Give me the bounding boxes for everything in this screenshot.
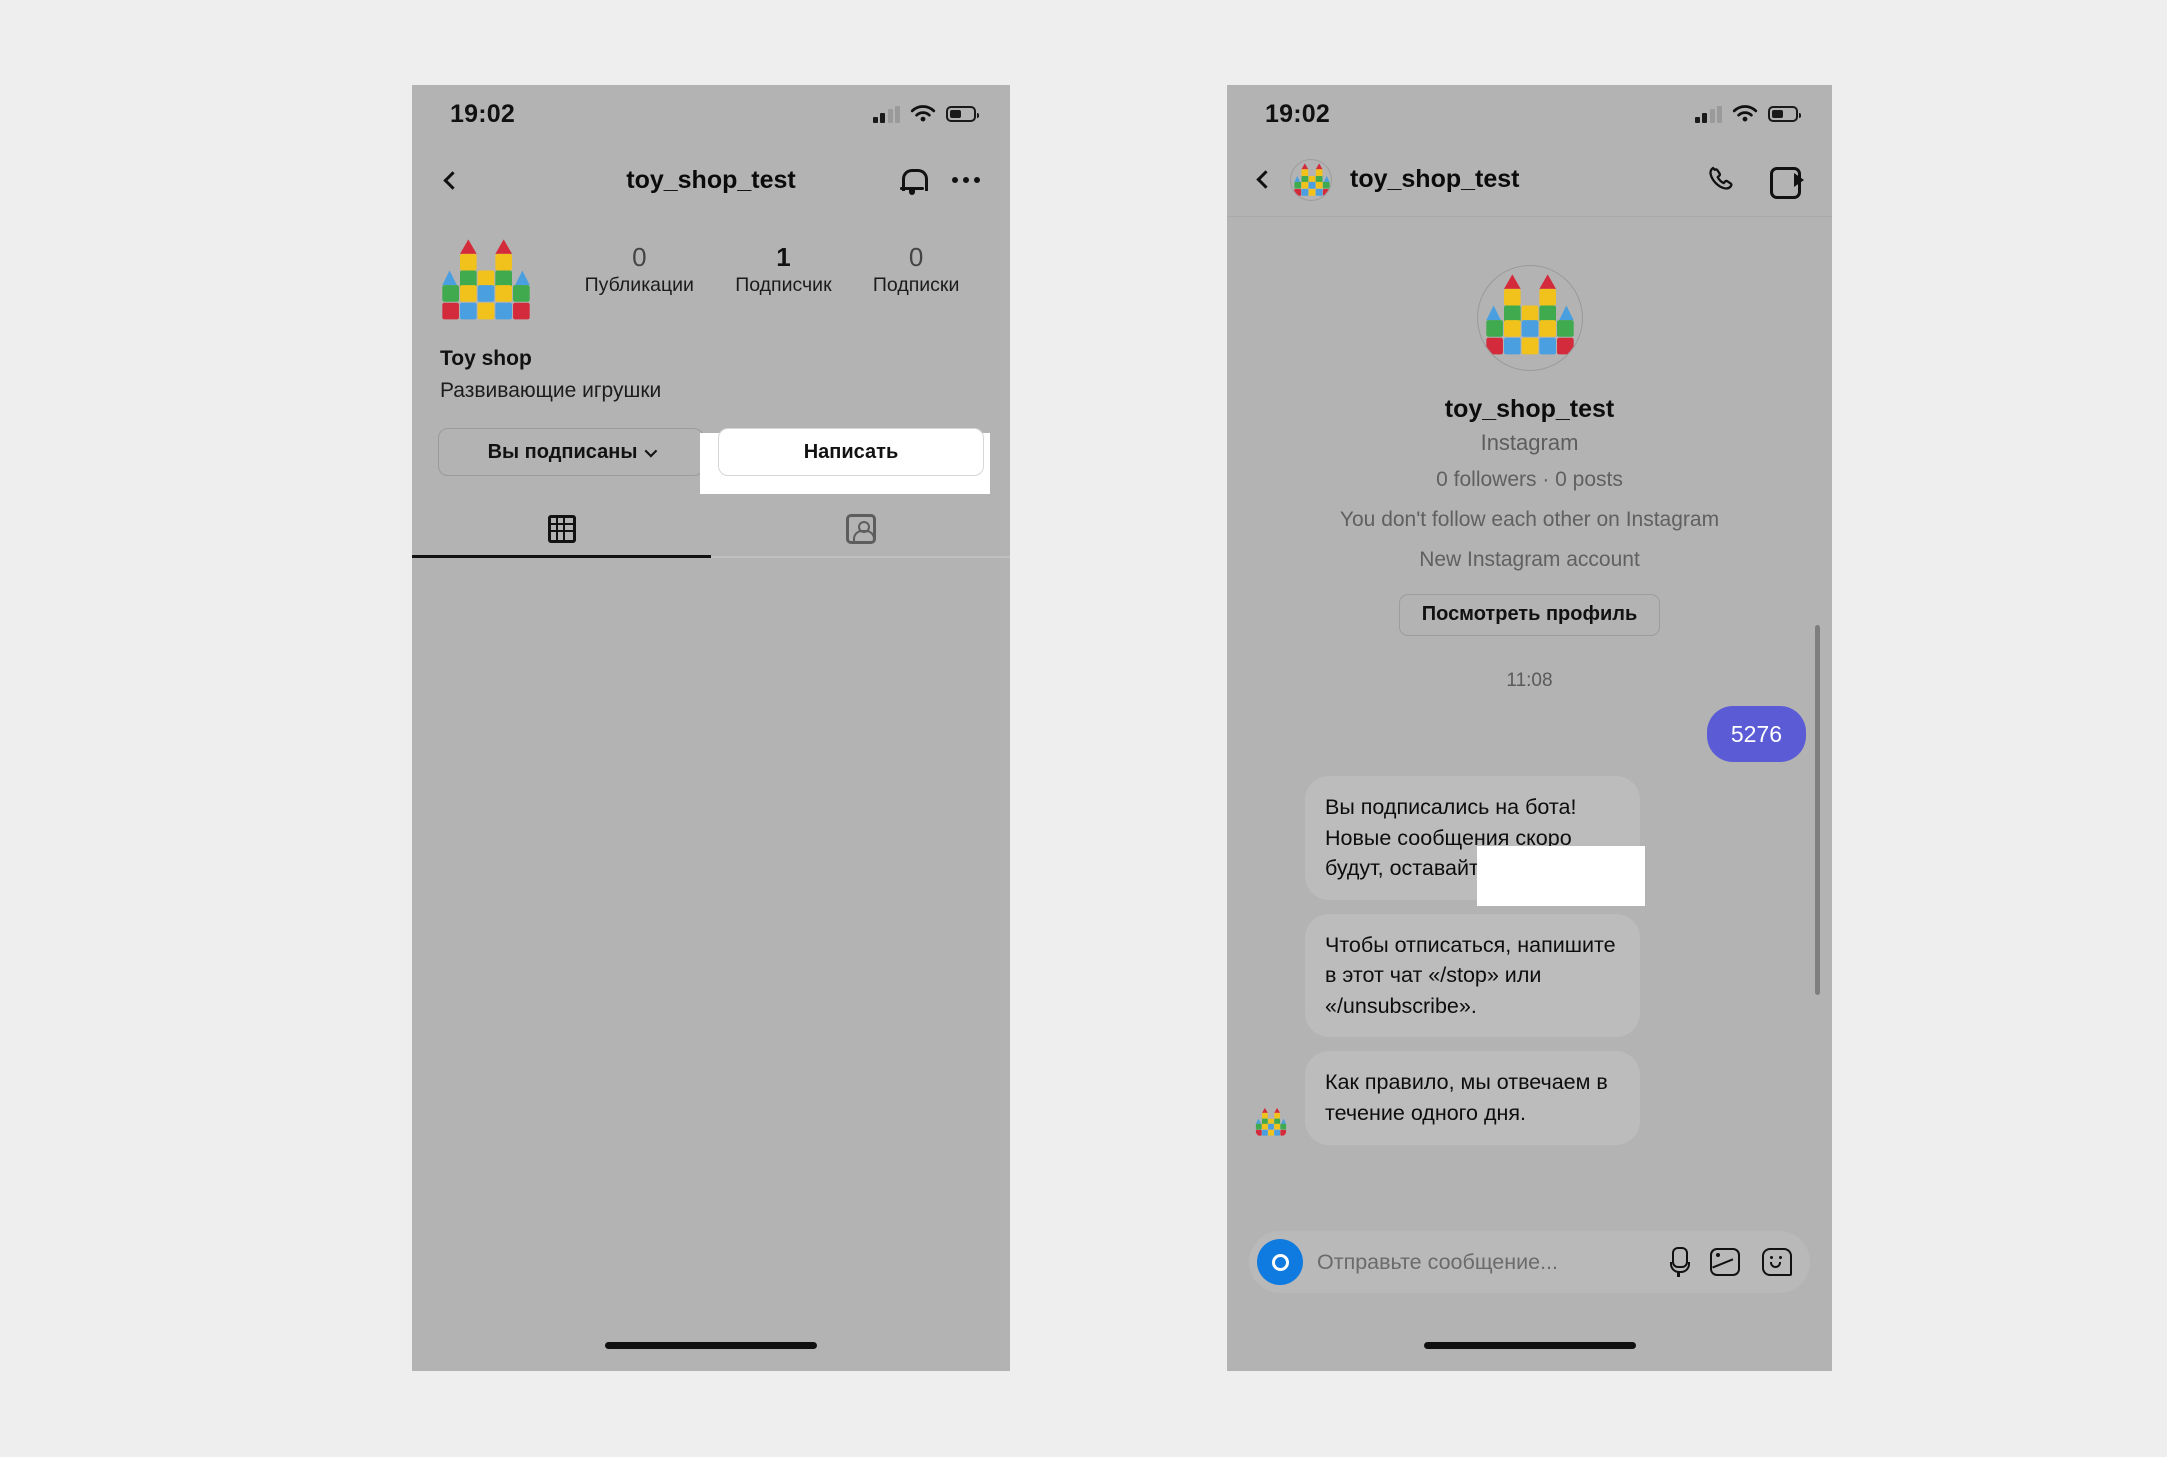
- phone-profile-screen: 19:02 toy_shop_test 0 Публикации 1 Подпи…: [412, 85, 1010, 1371]
- status-bar: 19:02: [1227, 85, 1832, 143]
- home-indicator: [1423, 1342, 1636, 1349]
- bell-icon[interactable]: [900, 167, 928, 195]
- ellipsis-icon[interactable]: [952, 177, 980, 183]
- back-icon[interactable]: [443, 170, 462, 190]
- sticker-icon[interactable]: [1762, 1248, 1792, 1276]
- cellular-signal-icon: [1694, 105, 1722, 123]
- thread-account-note: New Instagram account: [1419, 547, 1640, 571]
- message-bubble-outgoing[interactable]: 5276: [1706, 705, 1806, 763]
- avatar[interactable]: [434, 231, 538, 335]
- phone-chat-screen: 19:02 toy_shop_test toy_shop_test Instag…: [1227, 85, 1832, 1371]
- message-bubble-incoming[interactable]: Чтобы отписаться, напишите в этот чат «/…: [1305, 913, 1640, 1038]
- stat-posts-label: Публикации: [584, 273, 694, 296]
- profile-navbar: toy_shop_test: [412, 143, 1010, 217]
- chevron-down-icon: [644, 444, 658, 457]
- thread-stats: 0 followers · 0 posts: [1436, 468, 1623, 491]
- message-timestamp: 11:08: [1506, 669, 1553, 691]
- grid-icon: [547, 514, 576, 543]
- message-row-incoming: Чтобы отписаться, напишите в этот чат «/…: [1253, 913, 1806, 1038]
- tab-tagged[interactable]: [711, 502, 1010, 558]
- tagged-person-icon: [845, 514, 876, 544]
- image-icon[interactable]: [1710, 1248, 1740, 1276]
- view-profile-button[interactable]: Посмотреть профиль: [1398, 593, 1661, 636]
- stat-followers-value: 1: [776, 242, 791, 272]
- profile-display-name: Toy shop: [440, 347, 532, 370]
- cellular-signal-icon: [872, 105, 900, 123]
- highlight-box-outgoing-message: [1477, 846, 1645, 906]
- camera-icon[interactable]: [1257, 1239, 1303, 1285]
- status-bar-icons: [1694, 104, 1801, 124]
- profile-tabs: [412, 502, 1010, 558]
- message-input[interactable]: Отправьте сообщение...: [1317, 1250, 1654, 1275]
- status-bar-icons: [872, 104, 979, 124]
- thread-username: toy_shop_test: [1444, 395, 1615, 423]
- message-row-outgoing: 5276: [1253, 705, 1806, 763]
- following-button-label: Вы подписаны: [487, 440, 638, 463]
- microphone-icon[interactable]: [1668, 1247, 1690, 1277]
- stat-posts-value: 0: [632, 242, 647, 272]
- video-camera-icon[interactable]: [1770, 166, 1804, 199]
- home-indicator: [605, 1342, 817, 1349]
- vertical-scrollbar[interactable]: [1815, 625, 1820, 995]
- stat-followers-label: Подписчик: [735, 273, 832, 296]
- message-composer: Отправьте сообщение...: [1249, 1231, 1810, 1293]
- status-bar-time: 19:02: [1265, 99, 1330, 128]
- back-icon[interactable]: [1256, 170, 1275, 189]
- stat-following-value: 0: [908, 242, 924, 272]
- screenshot-canvas: 19:02 toy_shop_test 0 Публикации 1 Подпи…: [0, 0, 2167, 1457]
- wifi-icon: [910, 104, 936, 121]
- phone-icon[interactable]: [1706, 164, 1738, 196]
- stat-followers[interactable]: 1 Подписчик: [735, 241, 831, 297]
- stat-following-label: Подписки: [872, 273, 960, 296]
- status-bar-time: 19:02: [450, 99, 515, 128]
- following-button[interactable]: Вы подписаны: [438, 428, 704, 476]
- thread-intro: toy_shop_test Instagram 0 followers · 0 …: [1253, 217, 1806, 636]
- chat-avatar[interactable]: [1290, 158, 1332, 201]
- thread-avatar[interactable]: [1476, 265, 1583, 371]
- profile-bio: Toy shop Развивающие игрушки: [412, 335, 1010, 406]
- message-avatar[interactable]: [1253, 1105, 1293, 1141]
- stat-posts[interactable]: 0 Публикации: [585, 241, 694, 297]
- profile-description: Развивающие игрушки: [440, 378, 662, 402]
- message-bubble-incoming[interactable]: Как правило, мы отвечаем в течение одног…: [1305, 1051, 1640, 1145]
- message-button[interactable]: Написать: [718, 428, 984, 476]
- battery-icon: [946, 106, 979, 122]
- chat-thread: toy_shop_test Instagram 0 followers · 0 …: [1227, 217, 1832, 1273]
- status-bar: 19:02: [412, 85, 1010, 143]
- profile-header: 0 Публикации 1 Подписчик 0 Подписки: [412, 217, 1010, 335]
- stat-following[interactable]: 0 Подписки: [873, 241, 959, 297]
- battery-icon: [1768, 106, 1801, 122]
- profile-stats: 0 Публикации 1 Подписчик 0 Подписки: [538, 227, 984, 297]
- message-row-incoming: Как правило, мы отвечаем в течение одног…: [1253, 1051, 1806, 1145]
- wifi-icon: [1732, 104, 1758, 121]
- chat-title: toy_shop_test: [1350, 165, 1520, 193]
- thread-follow-note: You don't follow each other on Instagram: [1339, 507, 1720, 531]
- chat-navbar: toy_shop_test: [1227, 143, 1832, 217]
- tab-grid[interactable]: [412, 502, 711, 558]
- thread-platform: Instagram: [1480, 430, 1579, 455]
